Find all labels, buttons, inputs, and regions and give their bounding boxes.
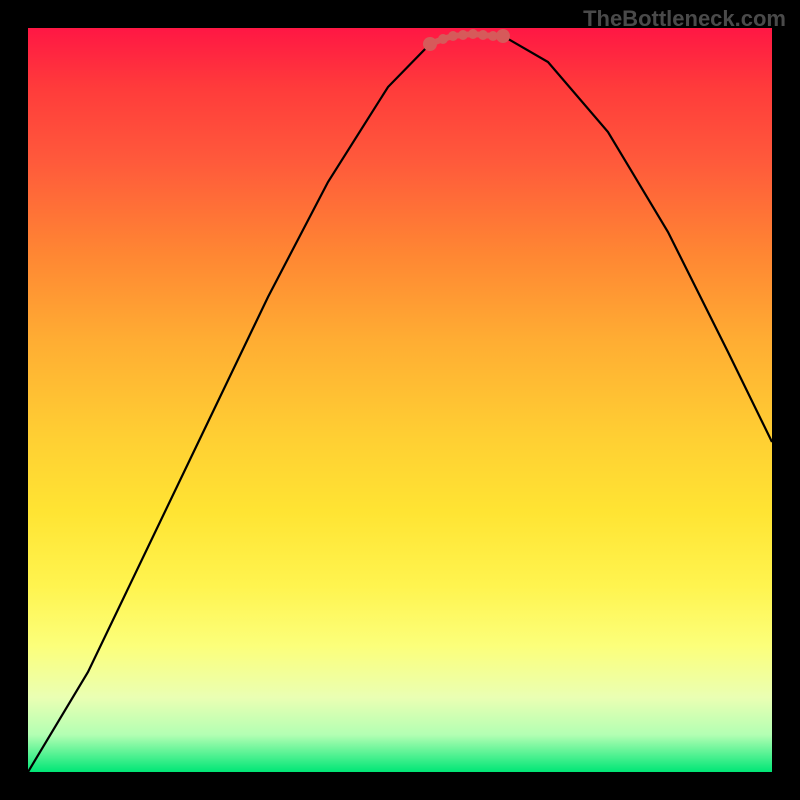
curve-path xyxy=(28,34,772,772)
watermark-text: TheBottleneck.com xyxy=(583,6,786,32)
highlight-dot xyxy=(448,31,458,41)
highlight-dot xyxy=(458,30,468,40)
highlight-dot xyxy=(468,29,478,39)
chart-plot-area xyxy=(28,28,772,772)
highlight-dot xyxy=(423,37,437,51)
chart-curve xyxy=(28,28,772,772)
highlight-dot xyxy=(478,30,488,40)
highlight-dot xyxy=(496,29,510,43)
highlight-dot xyxy=(438,34,448,44)
